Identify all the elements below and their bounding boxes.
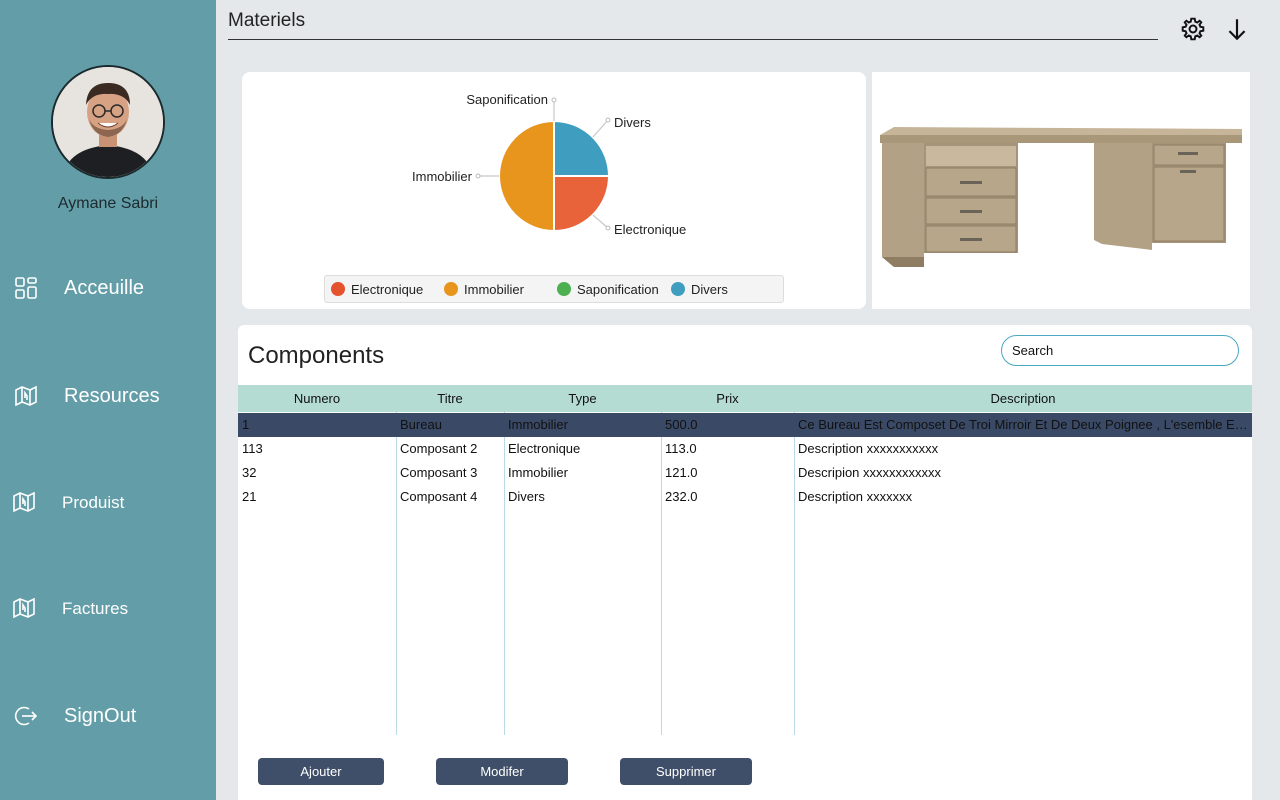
legend-item: Divers: [671, 282, 728, 297]
cell-titre: Composant 3: [400, 465, 478, 480]
dashboard-grid-icon: [14, 276, 38, 300]
pie-chart: Saponification Divers Electronique Immobili…: [412, 92, 686, 237]
cell-titre: Composant 2: [400, 441, 478, 456]
legend-dot: [444, 282, 458, 296]
legend-item: Electronique: [331, 282, 423, 297]
sidebar-item-label: Factures: [62, 599, 129, 618]
sidebar-item-acceuille[interactable]: Acceuille: [0, 268, 216, 308]
cell-prix: 500.0: [665, 417, 698, 432]
arrow-down-icon[interactable]: [1224, 16, 1250, 42]
legend-dot: [331, 282, 345, 296]
table-row[interactable]: 32 Composant 3 Immobilier 121.0 Descripi…: [238, 461, 1252, 485]
sidebar-item-label: SignOut: [64, 705, 137, 727]
legend-label: Divers: [691, 282, 728, 297]
table-header: Numero Titre Type Prix Description: [238, 385, 1252, 412]
cell-description: Descripion xxxxxxxxxxxx: [798, 465, 942, 480]
sidebar-item-factures[interactable]: Factures: [0, 588, 216, 628]
logout-icon: [14, 704, 38, 728]
search-input[interactable]: [1001, 335, 1239, 366]
gear-icon[interactable]: [1180, 16, 1206, 42]
add-button[interactable]: Ajouter: [258, 758, 384, 785]
leader-dot: [605, 225, 611, 231]
chart-card: Saponification Divers Electronique Immobili…: [242, 72, 866, 309]
slice-label: Saponification: [466, 92, 548, 107]
table-row[interactable]: 113 Composant 2 Electronique 113.0 Descr…: [238, 437, 1252, 461]
legend-item: Saponification: [557, 282, 659, 297]
cell-titre: Bureau: [400, 417, 442, 432]
sidebar-item-label: Produist: [62, 493, 125, 512]
sidebar-item-label: Resources: [64, 385, 160, 407]
cell-description: Description xxxxxxxxxxx: [798, 441, 939, 456]
title-divider: [228, 39, 1158, 40]
cell-prix: 121.0: [665, 465, 698, 480]
slice-label: Immobilier: [412, 169, 473, 184]
legend-label: Electronique: [351, 282, 424, 297]
cell-type: Electronique: [508, 441, 581, 456]
map-icon: [12, 596, 36, 620]
legend-dot: [671, 282, 685, 296]
legend-label: Immobilier: [464, 282, 524, 297]
cell-type: Immobilier: [508, 417, 568, 432]
leader-dot: [551, 97, 557, 103]
legend-label: Saponification: [577, 282, 659, 297]
map-icon: [12, 490, 36, 514]
chart-legend: Electronique Immobilier Saponification D…: [324, 275, 784, 303]
cell-description: Description xxxxxxx: [798, 489, 913, 504]
column-header-titre[interactable]: Titre: [396, 385, 504, 412]
components-panel: Components Numero Titre Type Prix Descri…: [238, 325, 1252, 800]
leader-line: [592, 119, 609, 138]
cell-numero: 21: [242, 489, 257, 504]
table-row[interactable]: 1 Bureau Immobilier 500.0 Ce Bureau Est …: [238, 413, 1252, 437]
delete-button[interactable]: Supprimer: [620, 758, 752, 785]
cell-numero: 1: [242, 417, 250, 432]
leader-dot: [475, 173, 481, 179]
leader-line: [592, 214, 609, 229]
page-title: Materiels: [228, 10, 306, 31]
cell-type: Divers: [508, 489, 545, 504]
cell-type: Immobilier: [508, 465, 568, 480]
pie-slice-divers[interactable]: [553, 119, 611, 177]
components-title: Components: [248, 342, 385, 369]
legend-item: Immobilier: [444, 282, 524, 297]
edit-button[interactable]: Modifer: [436, 758, 568, 785]
sidebar-item-resources[interactable]: Resources: [0, 376, 216, 416]
sidebar: Aymane Sabri Acceuille Resources Produis…: [0, 0, 216, 800]
user-name: Aymane Sabri: [57, 195, 159, 212]
map-icon: [14, 384, 38, 408]
desk-image: [872, 72, 1250, 309]
product-image: [872, 72, 1250, 309]
pie-slice-immobilier[interactable]: [498, 119, 555, 233]
table-row[interactable]: 21 Composant 4 Divers 232.0 Description …: [238, 485, 1252, 509]
cell-numero: 113: [242, 441, 263, 456]
legend-dot: [557, 282, 571, 296]
components-table: Numero Titre Type Prix Description 1 Bur…: [238, 385, 1252, 735]
pie-slice-electronique[interactable]: [553, 175, 611, 233]
cell-titre: Composant 4: [400, 489, 478, 504]
column-header-description[interactable]: Description: [794, 385, 1252, 412]
leader-dot: [605, 117, 611, 123]
slice-label: Divers: [614, 115, 651, 130]
sidebar-item-produist[interactable]: Produist: [0, 482, 216, 522]
slice-label: Electronique: [614, 222, 686, 237]
sidebar-item-label: Acceuille: [64, 277, 145, 299]
cell-numero: 32: [242, 465, 257, 480]
avatar: [51, 65, 165, 179]
column-header-numero[interactable]: Numero: [238, 385, 396, 412]
cell-prix: 113.0: [665, 441, 697, 456]
cell-prix: 232.0: [665, 489, 698, 504]
cell-description: Ce Bureau Est Composet De Troi Mirroir E…: [798, 417, 1250, 432]
column-header-type[interactable]: Type: [504, 385, 661, 412]
sidebar-item-signout[interactable]: SignOut: [0, 696, 216, 736]
column-header-prix[interactable]: Prix: [661, 385, 794, 412]
